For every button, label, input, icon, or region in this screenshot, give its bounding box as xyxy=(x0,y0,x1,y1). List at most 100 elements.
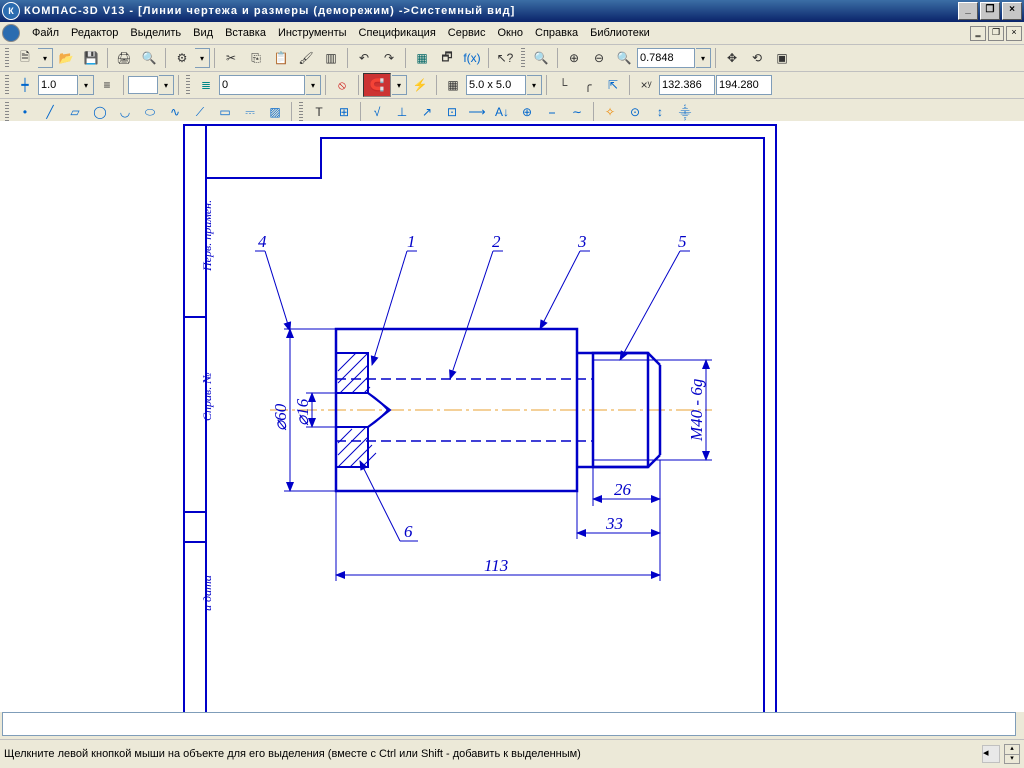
zoom-scale-icon[interactable]: 🔍 xyxy=(612,46,636,70)
linewidth-input[interactable] xyxy=(38,75,78,95)
statusbar: Щелкните левой кнопкой мыши на объекте д… xyxy=(0,739,1024,768)
mdi-restore-button[interactable]: ❐ xyxy=(988,26,1004,41)
leader-1: 1 xyxy=(407,232,416,251)
new-doc-icon[interactable]: 🗎 xyxy=(13,46,37,70)
coord-mode-icon[interactable]: ×ʸ xyxy=(634,73,658,97)
cut-icon[interactable]: ✂ xyxy=(219,46,243,70)
toolbar-grip[interactable] xyxy=(5,102,9,122)
color-swatch[interactable] xyxy=(128,76,158,94)
menu-view[interactable]: Вид xyxy=(187,25,219,41)
zoom-dropdown[interactable]: ▾ xyxy=(696,48,711,68)
zoom-out-icon[interactable]: ⊖ xyxy=(587,46,611,70)
close-button[interactable]: × xyxy=(1002,2,1022,20)
new-doc-dropdown[interactable]: ▾ xyxy=(38,48,53,68)
menubar: Файл Редактор Выделить Вид Вставка Инстр… xyxy=(0,22,1024,45)
properties-dropdown[interactable]: ▾ xyxy=(195,48,210,68)
menu-service[interactable]: Сервис xyxy=(442,25,492,41)
dim-d60: ⌀60 xyxy=(271,403,290,431)
coord-y-input[interactable] xyxy=(716,75,772,95)
color-dropdown[interactable]: ▾ xyxy=(159,75,174,95)
mdi-minimize-button[interactable]: ‗ xyxy=(970,26,986,41)
status-hint: Щелкните левой кнопкой мыши на объекте д… xyxy=(4,748,982,760)
leader-3: 3 xyxy=(577,232,587,251)
variables-icon[interactable]: f(x) xyxy=(460,46,484,70)
pan-icon[interactable]: ✥ xyxy=(720,46,744,70)
menu-spec[interactable]: Спецификация xyxy=(353,25,442,41)
command-input[interactable] xyxy=(2,712,1016,736)
layer-input[interactable] xyxy=(219,75,305,95)
stop-icon[interactable]: ⦸ xyxy=(330,73,354,97)
brush-icon[interactable]: 🖌 xyxy=(294,46,318,70)
local-cs-icon[interactable]: ⇱ xyxy=(601,73,625,97)
menu-file[interactable]: Файл xyxy=(26,25,65,41)
leader-2: 2 xyxy=(492,232,501,251)
menu-window[interactable]: Окно xyxy=(491,25,529,41)
zoom-input[interactable] xyxy=(637,48,695,68)
dim-d16: ⌀16 xyxy=(293,398,312,426)
snap-dropdown[interactable]: ▾ xyxy=(392,75,407,95)
toolbar-grip[interactable] xyxy=(299,102,303,122)
menu-tools[interactable]: Инструменты xyxy=(272,25,353,41)
menu-select[interactable]: Выделить xyxy=(124,25,187,41)
open-icon[interactable]: 📂 xyxy=(54,46,78,70)
toolbar-grip[interactable] xyxy=(186,75,190,95)
mdi-close-button[interactable]: × xyxy=(1006,26,1022,41)
layer-dropdown[interactable]: ▾ xyxy=(306,75,321,95)
drawing-svg: ⌀60 ⌀16 M40 - 6g 26 33 113 xyxy=(0,121,1024,712)
print-preview-icon[interactable]: 🔍 xyxy=(137,46,161,70)
round-icon[interactable]: ╭ xyxy=(576,73,600,97)
current-state-toolbar: ┿ ▾ ≡ ▾ ≣ ▾ ⦸ 🧲 ▾ ⚡ ▦ ▾ └ ╭ ⇱ ×ʸ xyxy=(0,72,1024,99)
zoom-fit-icon[interactable]: ▣ xyxy=(770,46,794,70)
zoom-prev-icon[interactable]: ⟲ xyxy=(745,46,769,70)
coord-x-input[interactable] xyxy=(659,75,715,95)
maximize-button[interactable]: ❐ xyxy=(980,2,1000,20)
standard-toolbar: 🗎 ▾ 📂 💾 🖨 🔍 ⚙ ▾ ✂ ⎘ 📋 🖌 ▥ ↶ ↷ ▦ 🗗 f(x) ↖… xyxy=(0,45,1024,72)
linestyle-icon[interactable]: ┿ xyxy=(13,73,37,97)
drawing-canvas[interactable]: Перв. примен. Справ. № и дата xyxy=(0,121,1024,712)
dim-m40: M40 - 6g xyxy=(687,379,706,442)
undo-icon[interactable]: ↶ xyxy=(352,46,376,70)
properties-icon[interactable]: ⚙ xyxy=(170,46,194,70)
doc-icon xyxy=(2,24,20,42)
leader-6: 6 xyxy=(404,522,413,541)
app-icon: К xyxy=(2,2,20,20)
calc-icon[interactable]: ▦ xyxy=(410,46,434,70)
leader-4: 4 xyxy=(258,232,267,251)
page-spinner[interactable]: ▴▾ xyxy=(1004,744,1020,764)
dim-26: 26 xyxy=(614,480,632,499)
toolbar-grip[interactable] xyxy=(5,48,9,68)
attributes-icon[interactable]: ▥ xyxy=(319,46,343,70)
manager-icon[interactable]: 🗗 xyxy=(435,46,459,70)
grid-icon[interactable]: ▦ xyxy=(441,73,465,97)
linewidth-dropdown[interactable]: ▾ xyxy=(79,75,94,95)
window-titlebar: К КОМПАС-3D V13 - [Линии чертежа и разме… xyxy=(0,0,1024,22)
menu-insert[interactable]: Вставка xyxy=(219,25,272,41)
params-icon[interactable]: ⚡ xyxy=(408,73,432,97)
layers-icon[interactable]: ≣ xyxy=(194,73,218,97)
hscroll-left[interactable]: ◂ xyxy=(982,745,1000,763)
dim-33: 33 xyxy=(605,514,623,533)
zoom-in-icon[interactable]: ⊕ xyxy=(562,46,586,70)
menu-libs[interactable]: Библиотеки xyxy=(584,25,656,41)
grid-dropdown[interactable]: ▾ xyxy=(527,75,542,95)
leader-5: 5 xyxy=(678,232,687,251)
dim-113: 113 xyxy=(484,556,508,575)
help-arrow-icon[interactable]: ↖? xyxy=(493,46,517,70)
mdi-controls: ‗ ❐ × xyxy=(968,26,1022,41)
toolbar-grip[interactable] xyxy=(521,48,525,68)
menu-edit[interactable]: Редактор xyxy=(65,25,124,41)
zoom-window-icon[interactable]: 🔍 xyxy=(529,46,553,70)
copy-icon[interactable]: ⎘ xyxy=(244,46,268,70)
minimize-button[interactable]: _ xyxy=(958,2,978,20)
save-icon[interactable]: 💾 xyxy=(79,46,103,70)
toolbar-grip[interactable] xyxy=(5,75,9,95)
snap-toggle-icon[interactable]: 🧲 xyxy=(363,73,391,97)
grid-input[interactable] xyxy=(466,75,526,95)
redo-icon[interactable]: ↷ xyxy=(377,46,401,70)
paste-icon[interactable]: 📋 xyxy=(269,46,293,70)
ortho-icon[interactable]: └ xyxy=(551,73,575,97)
window-title: КОМПАС-3D V13 - [Линии чертежа и размеры… xyxy=(24,5,956,17)
print-icon[interactable]: 🖨 xyxy=(112,46,136,70)
linetype-icon[interactable]: ≡ xyxy=(95,73,119,97)
menu-help[interactable]: Справка xyxy=(529,25,584,41)
